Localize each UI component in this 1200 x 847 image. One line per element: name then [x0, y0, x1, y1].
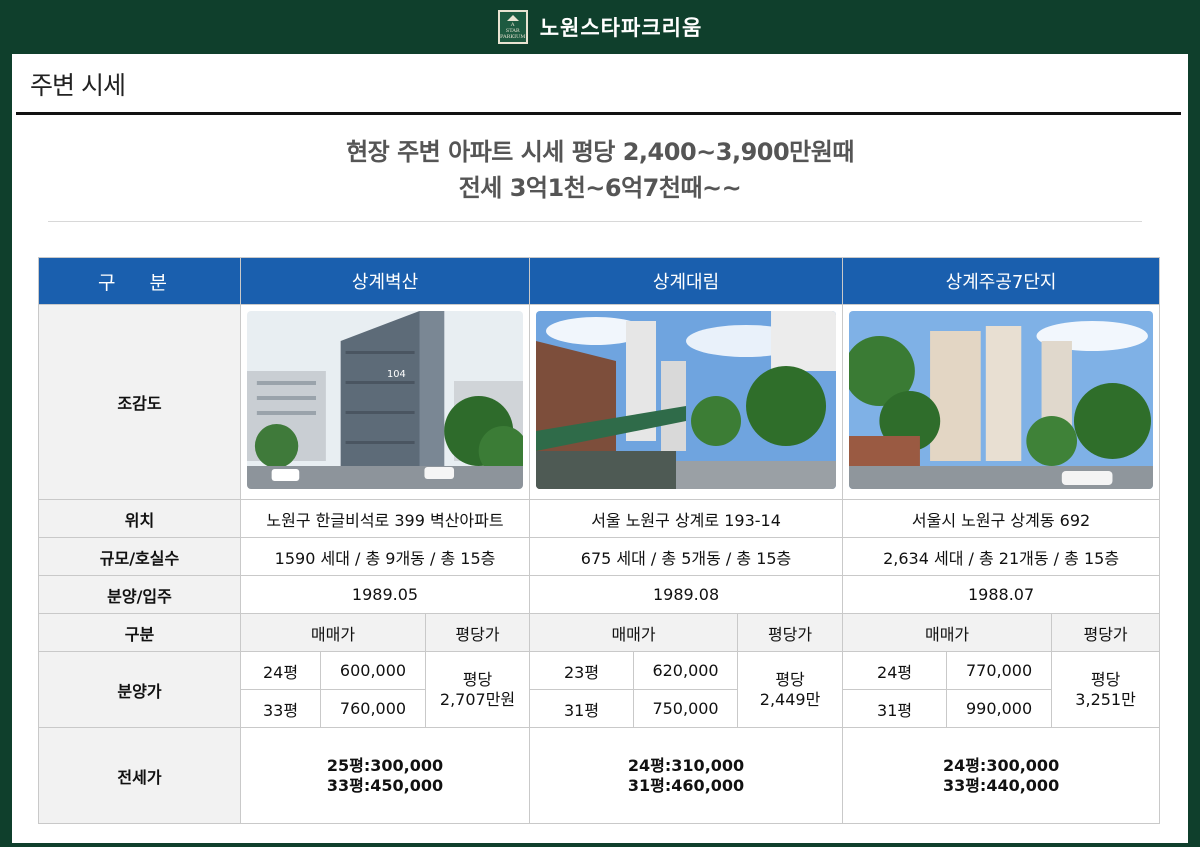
- location-2: 서울 노원구 상계로 193-14: [529, 499, 844, 538]
- sale-header-3: 매매가: [842, 613, 1053, 652]
- building-photo-2: [536, 311, 837, 489]
- row-label-jeonse: 전세가: [38, 727, 241, 824]
- logo-text-parkium: PARKIUM: [500, 33, 526, 40]
- table-row-division: 구분 매매가 평당가 매매가 평당가 매매가 평당가: [38, 613, 1161, 652]
- row-label-location: 위치: [38, 499, 241, 538]
- row-label-division: 구분: [38, 613, 241, 652]
- price-value-1-1: 600,000: [320, 651, 426, 690]
- price-value-3-1: 770,000: [946, 651, 1053, 690]
- logo: A STAR PARKIUM: [497, 10, 528, 44]
- price-value-1-2: 760,000: [320, 689, 426, 728]
- market-price-table: 구 분 상계벽산 상계대림 상계주공7단지 조감도 104 위치 노원구 한글비…: [38, 257, 1161, 824]
- table-row-location: 위치 노원구 한글비석로 399 벽산아파트 서울 노원구 상계로 193-14…: [38, 499, 1161, 538]
- photo-cell-2: [529, 304, 844, 500]
- table-row-view: 조감도 104: [38, 304, 1161, 500]
- per-pyeong-value-1: 2,707만원: [439, 689, 516, 709]
- title-divider: [16, 112, 1181, 115]
- table-row-price-1: 분양가 24평 600,000 평당 2,707만원 23평 620,000 평…: [38, 651, 1161, 728]
- date-3: 1988.07: [842, 575, 1161, 614]
- photo-cell-1: 104: [239, 304, 531, 500]
- per-pyeong-2: 평당 2,449만: [737, 651, 844, 728]
- sale-header-1: 매매가: [240, 613, 426, 652]
- building-sign: 104: [387, 369, 406, 380]
- per-pyeong-label-3: 평당: [1090, 669, 1121, 689]
- per-pyeong-label-2: 평당: [775, 669, 805, 689]
- jeonse-1: 25평:300,000 33평:450,000: [239, 727, 531, 824]
- photo-cell-3: [842, 304, 1161, 500]
- table-row-scale: 규모/호실수 1590 세대 / 총 9개동 / 총 15층 675 세대 / …: [38, 537, 1161, 576]
- table-header-row: 구 분 상계벽산 상계대림 상계주공7단지: [38, 257, 1161, 305]
- content-panel: 주변 시세 현장 주변 아파트 시세 평당 2,400~3,900만원때 전세 …: [12, 54, 1188, 843]
- headline-line-2: 전세 3억1천~6억7천때~~: [458, 174, 742, 202]
- price-value-3-2: 990,000: [946, 689, 1053, 728]
- per-pyeong-label-1: 평당: [462, 669, 493, 689]
- price-value-2-1: 620,000: [633, 651, 739, 690]
- jeonse-2-line-2: 31평:460,000: [627, 775, 745, 795]
- category-header: 구 분: [38, 257, 241, 305]
- scale-1: 1590 세대 / 총 9개동 / 총 15층: [239, 537, 531, 576]
- table-row-jeonse: 전세가 25평:300,000 33평:450,000 24평:310,000 …: [38, 727, 1161, 824]
- row-label-price: 분양가: [38, 651, 241, 728]
- jeonse-3-line-1: 24평:300,000: [942, 755, 1060, 775]
- location-1: 노원구 한글비석로 399 벽산아파트: [239, 499, 531, 538]
- jeonse-3-line-2: 33평:440,000: [942, 775, 1060, 795]
- scale-2: 675 세대 / 총 5개동 / 총 15층: [529, 537, 844, 576]
- top-bar: A STAR PARKIUM 노원스타파크리움: [0, 0, 1200, 54]
- price-value-2-2: 750,000: [633, 689, 739, 728]
- per-pyeong-value-2: 2,449만: [759, 689, 821, 709]
- scale-3: 2,634 세대 / 총 21개동 / 총 15층: [842, 537, 1161, 576]
- price-size-1-2: 33평: [240, 689, 321, 728]
- jeonse-1-line-2: 33평:450,000: [326, 775, 444, 795]
- sale-header-2: 매매가: [529, 613, 739, 652]
- section-title: 주변 시세: [30, 71, 126, 100]
- price-size-3-2: 31평: [842, 689, 948, 728]
- price-size-1-1: 24평: [240, 651, 321, 690]
- per-pyeong-header-3: 평당가: [1051, 613, 1161, 652]
- complex-name-1: 상계벽산: [239, 257, 531, 305]
- jeonse-2-line-1: 24평:310,000: [627, 755, 745, 775]
- complex-name-2: 상계대림: [529, 257, 844, 305]
- row-label-date: 분양/입주: [38, 575, 241, 614]
- jeonse-2: 24평:310,000 31평:460,000: [529, 727, 844, 824]
- date-1: 1989.05: [239, 575, 531, 614]
- price-size-2-2: 31평: [529, 689, 635, 728]
- jeonse-3: 24평:300,000 33평:440,000: [842, 727, 1161, 824]
- building-photo-1: 104: [247, 311, 528, 489]
- per-pyeong-header-2: 평당가: [737, 613, 844, 652]
- headline: 현장 주변 아파트 시세 평당 2,400~3,900만원때 전세 3억1천~6…: [12, 134, 1188, 206]
- per-pyeong-1: 평당 2,707만원: [424, 651, 531, 728]
- complex-name-3: 상계주공7단지: [842, 257, 1161, 305]
- headline-divider: [48, 221, 1142, 222]
- row-label-scale: 규모/호실수: [38, 537, 241, 576]
- table-row-date: 분양/입주 1989.05 1989.08 1988.07: [38, 575, 1161, 614]
- building-photo-3: [843, 311, 1154, 489]
- date-2: 1989.08: [529, 575, 844, 614]
- brand-name: 노원스타파크리움: [539, 16, 703, 40]
- per-pyeong-value-3: 3,251만: [1075, 689, 1136, 709]
- headline-line-1: 현장 주변 아파트 시세 평당 2,400~3,900만원때: [346, 138, 854, 166]
- row-label-view: 조감도: [38, 304, 241, 500]
- jeonse-1-line-1: 25평:300,000: [326, 755, 444, 775]
- price-size-2-1: 23평: [529, 651, 635, 690]
- price-size-3-1: 24평: [842, 651, 948, 690]
- per-pyeong-header-1: 평당가: [424, 613, 531, 652]
- location-3: 서울시 노원구 상계동 692: [842, 499, 1161, 538]
- per-pyeong-3: 평당 3,251만: [1051, 651, 1161, 728]
